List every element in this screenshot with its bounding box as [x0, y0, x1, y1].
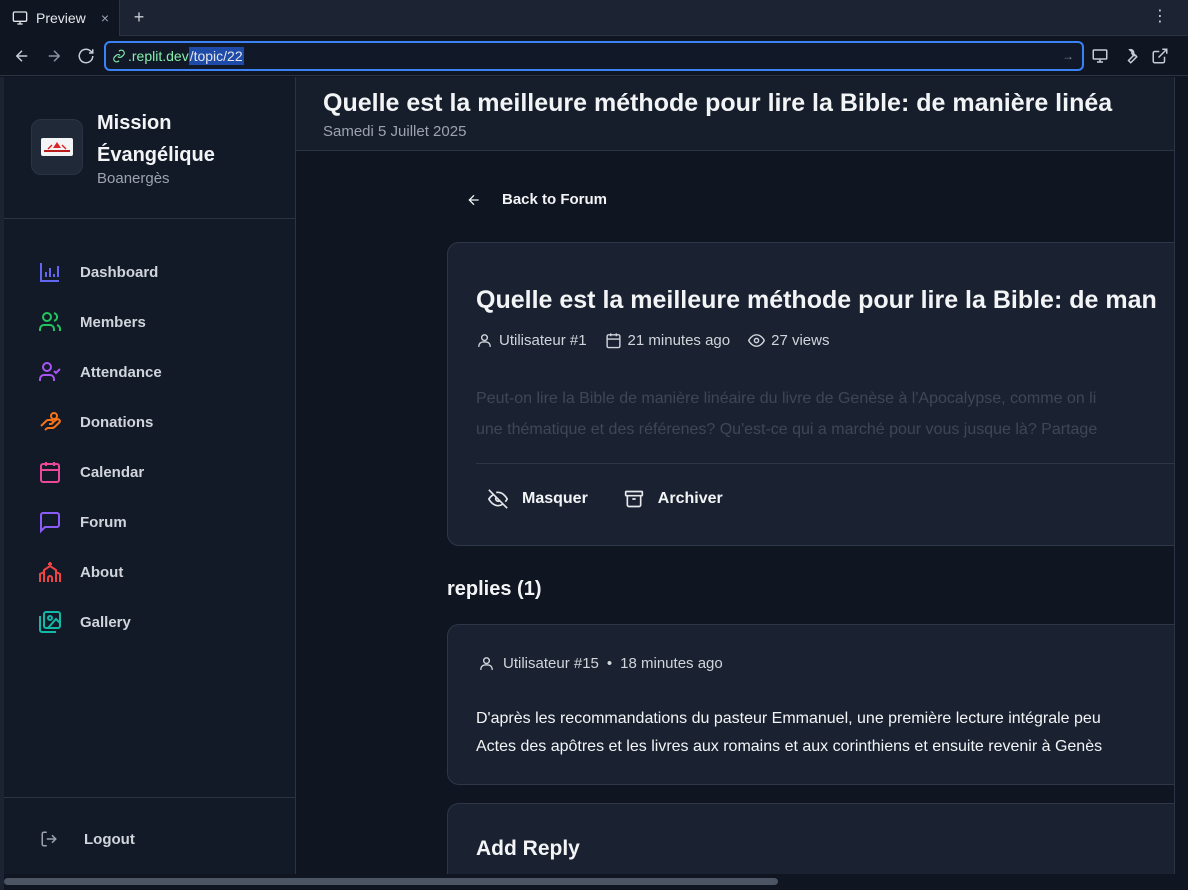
tab-title: Preview [36, 10, 86, 26]
sidebar-item-donations[interactable]: Donations [38, 407, 153, 437]
reply-body-line: Actes des apôtres et les livres aux roma… [476, 738, 1103, 755]
reload-icon[interactable] [76, 46, 96, 66]
open-external-icon[interactable] [1150, 46, 1170, 66]
message-icon [40, 512, 60, 534]
tab-preview[interactable]: Preview × [0, 0, 120, 36]
page-header: Quelle est la meilleure méthode pour lir… [296, 77, 1174, 151]
church-logo[interactable] [31, 119, 83, 175]
divider [476, 463, 1174, 464]
back-to-forum-link[interactable]: Back to Forum [466, 191, 607, 208]
sidebar-item-label: Dashboard [80, 263, 159, 281]
eye-off-icon [488, 489, 508, 509]
topic-time: 21 minutes ago [605, 332, 731, 349]
sidebar-item-label: Forum [80, 513, 127, 531]
user-check-icon [39, 362, 61, 381]
wrench-icon[interactable] [1120, 46, 1140, 66]
replies-heading: replies (1) [447, 578, 542, 600]
sidebar-item-gallery[interactable]: Gallery [38, 607, 131, 637]
logout-label: Logout [84, 830, 135, 848]
url-field[interactable]: .replit.dev/topic/22 → [104, 41, 1084, 71]
topic-meta: Utilisateur #1 21 minutes ago 27 views [476, 332, 847, 349]
add-reply-card: Add Reply [447, 803, 1174, 874]
url-path: /topic/22 [188, 47, 244, 65]
brand-header: Mission Évangélique Boanergès [4, 77, 295, 219]
bar-chart-icon [40, 263, 59, 282]
topic-body: Peut-on lire la Bible de manière linéair… [476, 383, 1174, 445]
logout-button[interactable]: Logout [40, 830, 135, 848]
back-label: Back to Forum [502, 191, 608, 208]
eye-icon [748, 334, 766, 347]
topic-author: Utilisateur #1 [476, 332, 587, 349]
forward-arrow-icon[interactable] [44, 46, 64, 66]
views-text: 27 views [771, 332, 830, 349]
browser-tabbar: Preview × + ⋮ [0, 0, 1188, 36]
sidebar-footer: Logout [4, 797, 295, 874]
calendar-icon [40, 462, 60, 483]
sidebar-item-label: Donations [80, 413, 154, 431]
add-reply-title: Add Reply [476, 837, 580, 860]
monitor-icon [12, 11, 28, 25]
sidebar-item-about[interactable]: About [38, 557, 123, 587]
sidebar-item-calendar[interactable]: Calendar [38, 457, 144, 487]
time-text: 21 minutes ago [627, 332, 731, 349]
url-host: .replit.dev [128, 48, 189, 64]
topic-views: 27 views [748, 332, 829, 349]
logo-emblem-icon [44, 142, 70, 152]
user-icon [480, 657, 493, 670]
new-tab-button[interactable]: + [130, 8, 148, 26]
sidebar-item-dashboard[interactable]: Dashboard [38, 257, 158, 287]
topic-body-line: Peut-on lire la Bible de manière linéair… [476, 390, 1097, 407]
sidebar-item-members[interactable]: Members [38, 307, 146, 337]
page-date: Samedi 5 Juillet 2025 [323, 123, 467, 140]
arrow-left-icon [468, 194, 479, 205]
reply-author: Utilisateur #15 [503, 655, 599, 672]
sidebar-item-label: Calendar [80, 463, 145, 481]
sidebar-item-attendance[interactable]: Attendance [38, 357, 162, 387]
reply-time: 18 minutes ago [620, 655, 723, 672]
sidebar-item-label: Members [80, 313, 146, 331]
link-icon [113, 49, 125, 63]
meta-separator: • [606, 655, 613, 672]
archive-icon [624, 490, 643, 508]
users-icon [39, 312, 62, 331]
reply-body: D'après les recommandations du pasteur E… [476, 705, 1102, 761]
sidebar-item-label: Gallery [80, 613, 131, 631]
topic-actions: Masquer Archiver [488, 489, 723, 509]
hand-coins-icon [40, 412, 61, 431]
archive-button[interactable]: Archiver [624, 489, 723, 509]
hide-label: Masquer [522, 490, 588, 507]
devices-icon[interactable] [1090, 46, 1110, 66]
tab-close-icon[interactable]: × [101, 10, 109, 26]
browser-menu-icon[interactable]: ⋮ [1152, 8, 1168, 26]
horizontal-scrollbar[interactable] [4, 874, 1188, 890]
sidebar: Mission Évangélique Boanergès Dashboard … [4, 77, 296, 874]
brand-subtitle: Boanergès [97, 170, 170, 187]
images-icon [39, 611, 61, 633]
topic-title: Quelle est la meilleure méthode pour lir… [476, 286, 1157, 314]
brand-name: Mission Évangélique [97, 112, 215, 166]
sidebar-item-forum[interactable]: Forum [38, 507, 127, 537]
page-title: Quelle est la meilleure méthode pour lir… [323, 89, 1113, 117]
scrollbar-thumb[interactable] [1178, 77, 1186, 874]
vertical-scrollbar[interactable] [1174, 77, 1188, 874]
logout-icon [41, 831, 57, 847]
back-arrow-icon[interactable] [12, 46, 32, 66]
archive-label: Archiver [657, 490, 723, 507]
topic-card: Quelle est la meilleure méthode pour lir… [447, 242, 1174, 546]
main-content: Quelle est la meilleure méthode pour lir… [296, 77, 1174, 874]
topic-body-line: une thématique et des référenes? Qu'est-… [476, 421, 1098, 438]
church-icon [39, 562, 61, 582]
scrollbar-thumb[interactable] [4, 878, 778, 885]
hide-button[interactable]: Masquer [488, 489, 588, 509]
reply-meta: Utilisateur #15 • 18 minutes ago [478, 655, 723, 672]
calendar-icon [605, 333, 621, 349]
user-icon [478, 334, 491, 347]
reply-body-line: D'après les recommandations du pasteur E… [476, 710, 1101, 727]
address-bar-row: .replit.dev/topic/22 → [0, 36, 1188, 76]
go-arrow-icon[interactable]: → [1062, 49, 1074, 63]
sidebar-item-label: Attendance [80, 363, 162, 381]
author-name: Utilisateur #1 [499, 332, 587, 349]
reply-card: Utilisateur #15 • 18 minutes ago D'après… [447, 624, 1174, 785]
sidebar-item-label: About [80, 563, 124, 581]
